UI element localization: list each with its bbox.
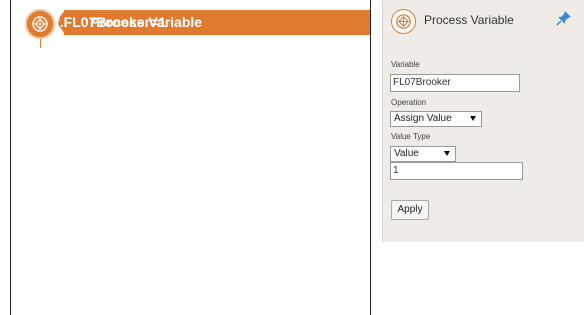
pin-icon[interactable] bbox=[556, 10, 572, 26]
variable-input[interactable]: FL07Brooker bbox=[390, 74, 520, 92]
process-variable-icon bbox=[32, 16, 48, 32]
apply-button[interactable]: Apply bbox=[391, 200, 429, 220]
operation-select-value: Assign Value bbox=[394, 113, 452, 124]
properties-panel: Process Variable Variable FL07Brooker Op… bbox=[382, 0, 584, 242]
value-input[interactable]: 1 bbox=[390, 162, 523, 180]
value-type-select[interactable]: Value bbox=[390, 146, 456, 162]
canvas-border-left bbox=[10, 0, 11, 315]
operation-label: Operation bbox=[391, 98, 427, 107]
chevron-down-icon bbox=[444, 151, 450, 156]
node-connector bbox=[40, 38, 41, 48]
panel-title: Process Variable bbox=[424, 13, 514, 27]
variable-label: Variable bbox=[391, 60, 420, 69]
operation-select[interactable]: Assign Value bbox=[390, 111, 482, 127]
canvas-border-right bbox=[370, 0, 371, 315]
workflow-canvas: Process Variable f.FL07Brooker=1 bbox=[0, 0, 378, 315]
panel-header: Process Variable bbox=[383, 0, 584, 42]
process-variable-icon bbox=[396, 14, 411, 29]
panel-process-variable-icon bbox=[391, 9, 416, 34]
process-variable-node-icon[interactable] bbox=[25, 9, 55, 39]
node-value: f.FL07Brooker=1 bbox=[55, 14, 166, 30]
value-type-select-value: Value bbox=[394, 148, 419, 159]
value-type-label: Value Type bbox=[391, 132, 431, 141]
chevron-down-icon bbox=[470, 116, 476, 121]
